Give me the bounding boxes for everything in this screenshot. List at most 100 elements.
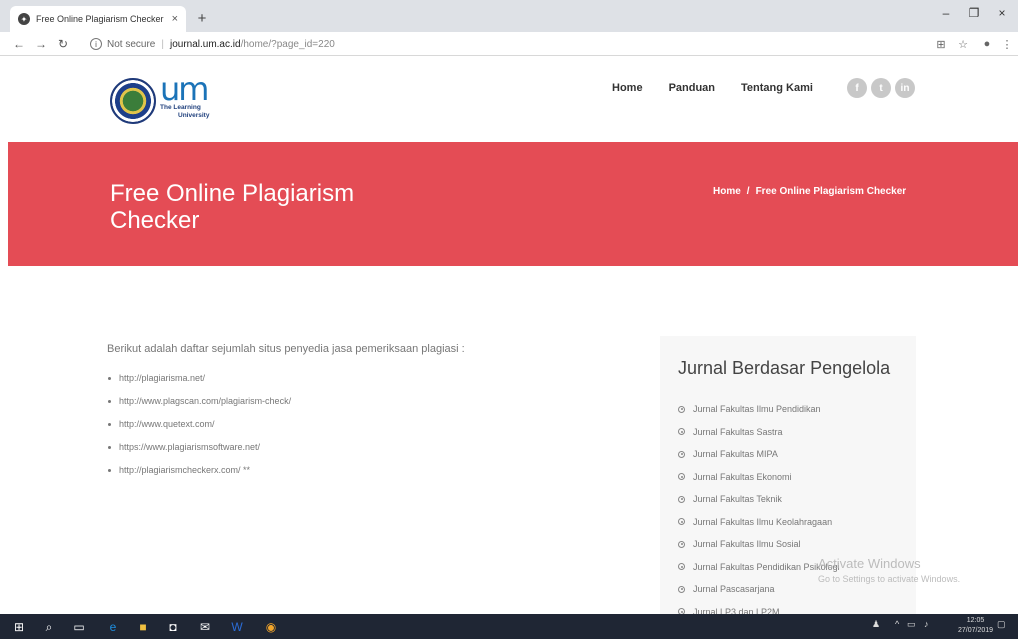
word-icon[interactable]: W (228, 618, 246, 636)
chrome-icon[interactable]: ◉ (262, 618, 280, 636)
url-separator: | (161, 38, 164, 50)
sidebar-item[interactable]: Jurnal Fakultas Ilmu Sosial (678, 533, 840, 556)
translate-icon[interactable]: ⊞ (932, 38, 950, 51)
new-tab-button[interactable]: + (192, 8, 212, 28)
journal-list: Jurnal Fakultas Ilmu Pendidikan Jurnal F… (678, 398, 840, 623)
list-item: http://www.quetext.com/ (108, 419, 291, 442)
windows-taskbar: ⊞ ⌕ ▭ e ■ ◘ ✉ W ◉ ♟ ^ ▭ ♪ 12:05 27/07/20… (0, 614, 1018, 639)
forward-arrow-icon[interactable]: → (30, 37, 52, 51)
circle-bullet-icon (678, 428, 685, 436)
logo-tagline-2: University (178, 112, 210, 119)
edge-browser-icon[interactable]: e (104, 618, 122, 636)
sidebar-item[interactable]: Jurnal Fakultas Ilmu Keolahragaan (678, 511, 840, 534)
maximize-button[interactable]: ❐ (962, 6, 986, 20)
site-link[interactable]: http://www.plagscan.com/plagiarism-check… (119, 396, 291, 406)
url-path: /home/?page_id=220 (240, 38, 335, 50)
people-icon[interactable]: ♟ (872, 619, 880, 630)
close-window-button[interactable]: × (990, 6, 1014, 20)
sidebar-item-label[interactable]: Jurnal Fakultas Ilmu Sosial (693, 539, 801, 549)
circle-bullet-icon (678, 473, 685, 481)
profile-icon[interactable]: ● (978, 38, 996, 50)
bookmark-star-icon[interactable]: ☆ (954, 38, 972, 51)
watermark-line-1: Activate Windows (818, 556, 921, 571)
site-favicon-icon: ✦ (18, 13, 30, 25)
reload-icon[interactable]: ↻ (52, 37, 74, 51)
nav-home[interactable]: Home (612, 82, 643, 94)
facebook-icon[interactable]: f (847, 78, 867, 98)
sidebar-item-label[interactable]: Jurnal Fakultas MIPA (693, 449, 778, 459)
sidebar-title: Jurnal Berdasar Pengelola (678, 358, 891, 378)
sidebar-item-label[interactable]: Jurnal Fakultas Teknik (693, 494, 782, 504)
system-clock[interactable]: 12:05 27/07/2019 (958, 616, 993, 636)
sidebar-item[interactable]: Jurnal Fakultas MIPA (678, 443, 840, 466)
breadcrumb-current: Free Online Plagiarism Checker (755, 186, 907, 197)
circle-bullet-icon (678, 405, 685, 413)
sidebar-item-label[interactable]: Jurnal Pascasarjana (693, 584, 775, 594)
tab-title: Free Online Plagiarism Checker - (36, 14, 166, 24)
clock-date: 27/07/2019 (958, 627, 994, 634)
circle-bullet-icon (678, 495, 685, 503)
nav-panduan[interactable]: Panduan (669, 82, 715, 94)
list-item: http://plagiarisma.net/ (108, 373, 291, 396)
browser-toolbar: ← → ↻ i Not secure | journal.um.ac.id /h… (0, 32, 1018, 56)
bullet-icon (108, 469, 111, 472)
sidebar-item-label[interactable]: Jurnal Fakultas Ekonomi (693, 472, 792, 482)
bullet-icon (108, 400, 111, 403)
site-link[interactable]: http://plagiarismcheckerx.com/ ** (119, 465, 250, 475)
site-link[interactable]: https://www.plagiarismsoftware.net/ (119, 442, 260, 452)
social-links: f t in (847, 78, 915, 98)
breadcrumb-separator: / (746, 186, 750, 197)
university-seal-logo[interactable] (110, 78, 156, 124)
um-logo-mark: um (160, 70, 209, 108)
sidebar-item[interactable]: Jurnal Fakultas Teknik (678, 488, 840, 511)
page-title: Free Online Plagiarism Checker (110, 180, 355, 234)
sidebar-item-label[interactable]: Jurnal Fakultas Ilmu Keolahragaan (693, 517, 832, 527)
list-item: http://plagiarismcheckerx.com/ ** (108, 465, 291, 488)
bullet-icon (108, 377, 111, 380)
tab-close-icon[interactable]: × (172, 13, 178, 25)
linkedin-icon[interactable]: in (895, 78, 915, 98)
start-windows-icon[interactable]: ⊞ (10, 618, 28, 636)
url-host: journal.um.ac.id (169, 38, 241, 50)
network-icon[interactable]: ▭ (907, 619, 916, 630)
clock-time: 12:05 (966, 617, 985, 624)
task-view-icon[interactable]: ▭ (70, 618, 88, 636)
search-icon[interactable]: ⌕ (40, 618, 58, 636)
circle-bullet-icon (678, 563, 685, 571)
file-explorer-icon[interactable]: ■ (134, 618, 152, 636)
sidebar-item[interactable]: Jurnal Pascasarjana (678, 578, 840, 601)
circle-bullet-icon (678, 518, 685, 526)
um-logo[interactable]: um The Learning University (160, 70, 220, 126)
sidebar-item[interactable]: Jurnal Fakultas Pendidikan Psikologi (678, 556, 840, 579)
plagiarism-site-list: http://plagiarisma.net/ http://www.plags… (108, 373, 291, 488)
breadcrumb: Home / Free Online Plagiarism Checker (713, 186, 906, 197)
browser-tab[interactable]: ✦ Free Online Plagiarism Checker - × (10, 6, 186, 32)
watermark-line-2: Go to Settings to activate Windows. (818, 574, 961, 584)
info-icon[interactable]: i (90, 38, 102, 50)
site-link[interactable]: http://plagiarisma.net/ (119, 373, 205, 383)
site-link[interactable]: http://www.quetext.com/ (119, 419, 215, 429)
main-nav: Home Panduan Tentang Kami (612, 82, 813, 94)
circle-bullet-icon (678, 450, 685, 458)
back-arrow-icon[interactable]: ← (8, 37, 30, 51)
sidebar-item-label[interactable]: Jurnal Fakultas Sastra (693, 427, 783, 437)
sidebar-item[interactable]: Jurnal Fakultas Ekonomi (678, 466, 840, 489)
sidebar-item-label[interactable]: Jurnal Fakultas Ilmu Pendidikan (693, 404, 821, 414)
mail-icon[interactable]: ✉ (196, 618, 214, 636)
menu-dots-icon[interactable]: ⋮ (998, 38, 1016, 51)
nav-tentang-kami[interactable]: Tentang Kami (741, 82, 813, 94)
circle-bullet-icon (678, 585, 685, 593)
tray-chevron-icon[interactable]: ^ (895, 619, 899, 629)
twitter-icon[interactable]: t (871, 78, 891, 98)
notifications-icon[interactable]: ▢ (997, 619, 1006, 630)
breadcrumb-home[interactable]: Home (713, 186, 741, 197)
not-secure-label: Not secure (107, 38, 156, 50)
address-bar[interactable]: i Not secure | journal.um.ac.id /home/?p… (90, 35, 910, 53)
sidebar-item[interactable]: Jurnal Fakultas Sastra (678, 421, 840, 444)
circle-bullet-icon (678, 540, 685, 548)
store-icon[interactable]: ◘ (164, 618, 182, 636)
sidebar-item[interactable]: Jurnal Fakultas Ilmu Pendidikan (678, 398, 840, 421)
minimize-button[interactable]: – (934, 6, 958, 20)
volume-icon[interactable]: ♪ (924, 619, 929, 629)
screen: ✦ Free Online Plagiarism Checker - × + –… (0, 0, 1018, 639)
